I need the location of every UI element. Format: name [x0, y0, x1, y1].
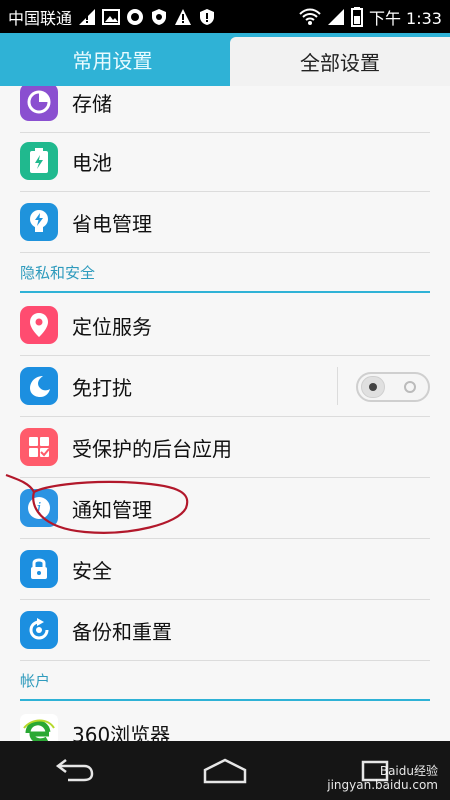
setting-item-notification-management[interactable]: i 通知管理	[20, 478, 430, 539]
setting-item-label: 通知管理	[72, 497, 152, 522]
setting-item-360-browser[interactable]: 360浏览器	[20, 703, 430, 741]
settings-tabs: 常用设置 全部设置	[0, 33, 450, 86]
warning-icon	[174, 8, 192, 26]
watermark-brand: Baidu经验	[379, 764, 438, 778]
toggle-off-indicator	[404, 381, 416, 393]
setting-item-location[interactable]: 定位服务	[20, 295, 430, 356]
setting-item-label: 定位服务	[72, 314, 152, 339]
navigation-bar: Baidu经验 jingyan.baidu.com	[0, 741, 450, 800]
section-title: 隐私和安全	[20, 263, 96, 282]
setting-item-label: 备份和重置	[72, 619, 172, 644]
back-button[interactable]	[40, 751, 110, 791]
moon-icon	[20, 367, 58, 405]
security-alert-icon	[198, 8, 216, 26]
home-button[interactable]	[190, 751, 260, 791]
status-bar: 中国联通 下午 1:33	[0, 0, 450, 33]
backup-icon	[20, 611, 58, 649]
info-icon: i	[20, 489, 58, 527]
section-header-accounts: 帐户	[20, 661, 430, 701]
carrier-name: 中国联通	[8, 8, 73, 28]
setting-item-label: 存储	[72, 91, 112, 116]
location-pin-icon	[20, 306, 58, 344]
toggle-knob	[361, 376, 385, 398]
image-icon	[102, 8, 121, 26]
setting-item-do-not-disturb[interactable]: 免打扰	[20, 356, 430, 417]
svg-text:i: i	[37, 499, 42, 517]
setting-item-security[interactable]: 安全	[20, 539, 430, 600]
chat-icon	[126, 8, 144, 26]
setting-item-power-saving[interactable]: 省电管理	[20, 192, 430, 253]
home-icon	[203, 758, 247, 783]
lock-icon	[20, 550, 58, 588]
clock: 下午 1:33	[368, 8, 442, 28]
power-saving-icon	[20, 203, 58, 241]
signal-warning-icon	[78, 8, 96, 26]
section-title: 帐户	[20, 671, 51, 690]
protected-apps-icon	[20, 428, 58, 466]
back-icon	[55, 758, 94, 781]
setting-item-label: 电池	[72, 150, 112, 175]
settings-list: 存储 电池 省电管理 隐私和安全 定位服务 免打扰 受保护的后台应用 i 通知管…	[0, 86, 450, 741]
setting-item-storage[interactable]: 存储	[20, 86, 430, 133]
setting-item-label: 免打扰	[72, 375, 132, 400]
setting-item-backup-reset[interactable]: 备份和重置	[20, 600, 430, 661]
tab-all-settings[interactable]: 全部设置	[230, 37, 450, 86]
section-header-privacy-security: 隐私和安全	[20, 253, 430, 293]
setting-item-protected-apps[interactable]: 受保护的后台应用	[20, 417, 430, 478]
tab-common-settings[interactable]: 常用设置	[0, 33, 225, 86]
shield-icon	[150, 8, 168, 26]
browser-360-icon	[20, 714, 58, 741]
wifi-icon	[299, 8, 321, 26]
setting-item-label: 安全	[72, 558, 112, 583]
setting-item-battery[interactable]: 电池	[20, 131, 430, 192]
battery-status-icon	[350, 6, 363, 27]
battery-icon	[20, 142, 58, 180]
watermark-url: jingyan.baidu.com	[327, 778, 438, 792]
storage-icon	[20, 86, 58, 121]
toggle-divider	[337, 367, 338, 405]
cellular-signal-icon	[327, 8, 345, 26]
do-not-disturb-toggle[interactable]	[356, 372, 430, 402]
setting-item-label: 受保护的后台应用	[72, 436, 232, 461]
baidu-watermark: Baidu经验 jingyan.baidu.com	[327, 764, 438, 792]
setting-item-label: 省电管理	[72, 211, 152, 236]
setting-item-label: 360浏览器	[72, 722, 171, 742]
